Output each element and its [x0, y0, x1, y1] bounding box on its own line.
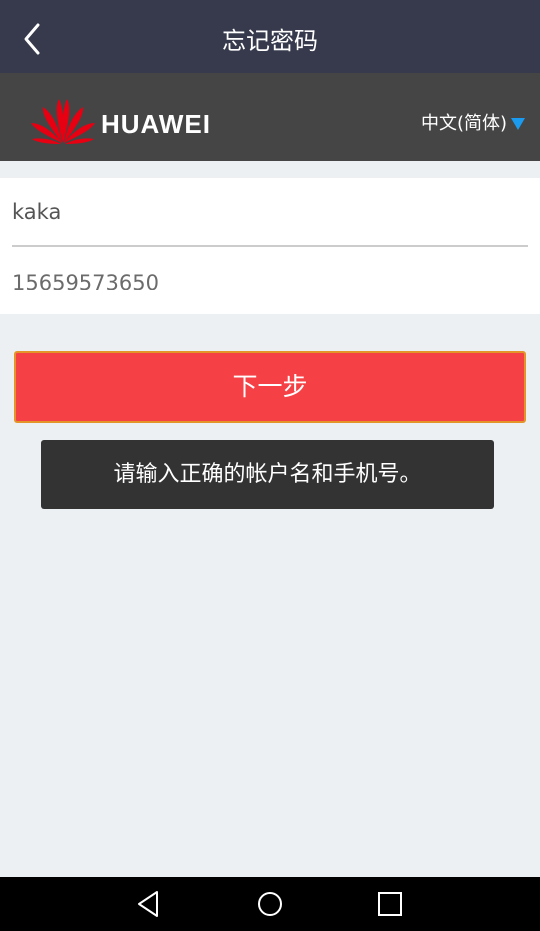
title-bar: 忘记密码 [0, 0, 540, 73]
nav-back-button[interactable] [133, 888, 165, 920]
phone-number-field[interactable]: 15659573650 [12, 256, 528, 290]
language-selector[interactable]: 中文(简体) [421, 111, 526, 137]
huawei-logo [28, 95, 98, 145]
back-button[interactable] [14, 18, 54, 58]
chevron-left-icon [24, 23, 40, 55]
brand-bar: HUAWEI 中文(简体) [0, 73, 540, 161]
square-recents-icon [378, 892, 402, 916]
circle-home-icon [258, 892, 282, 916]
account-name-field[interactable]: kaka [12, 192, 528, 232]
next-step-button[interactable]: 下一步 [14, 351, 526, 423]
error-toast: 请输入正确的帐户名和手机号。 [41, 440, 494, 509]
account-form: kaka 15659573650 [0, 178, 540, 314]
nav-recents-button[interactable] [374, 888, 406, 920]
page-title: 忘记密码 [222, 27, 318, 55]
language-label: 中文(简体) [420, 113, 507, 134]
caret-down-icon [511, 118, 525, 130]
triangle-back-icon [138, 891, 158, 917]
field-divider [12, 245, 528, 247]
nav-home-button[interactable] [254, 888, 286, 920]
brand-name: HUAWEI [101, 109, 211, 139]
system-nav-bar [0, 877, 540, 931]
